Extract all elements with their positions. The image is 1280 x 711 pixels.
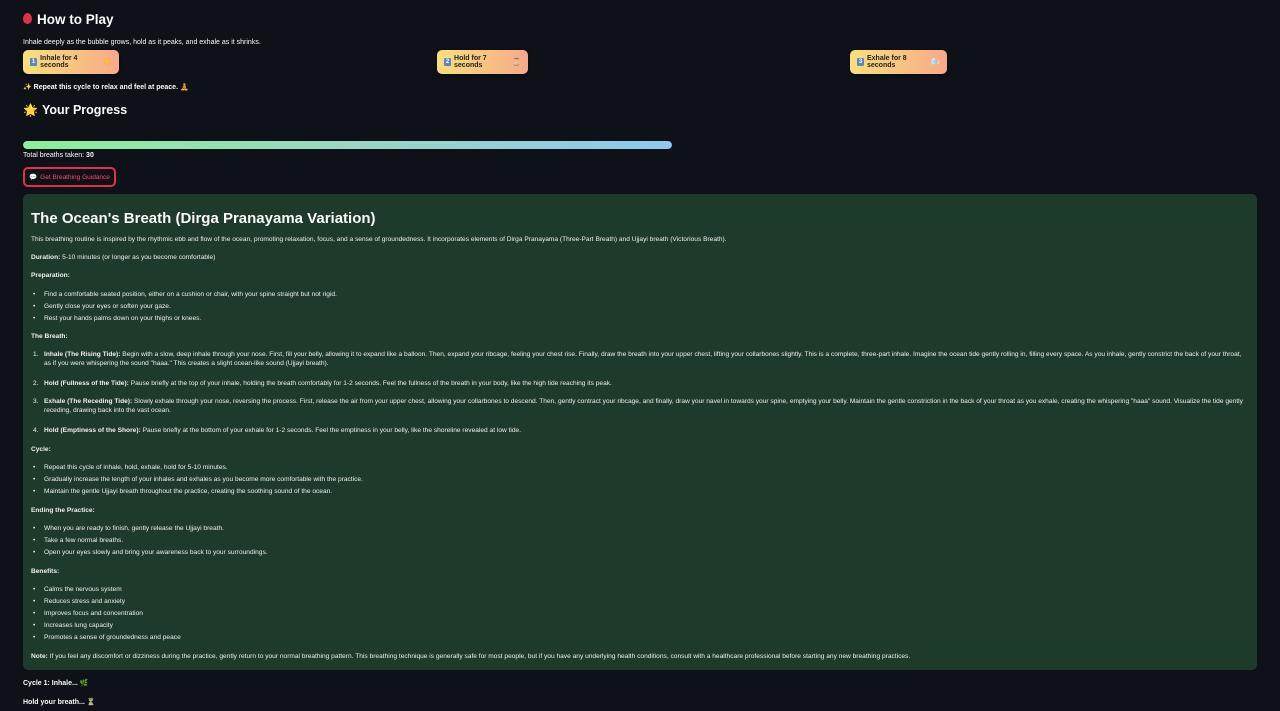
step-text: Pause briefly at the top of your inhale,… [130,380,612,387]
step-title: Exhale (The Receding Tide): [44,398,133,405]
get-breathing-guidance-label: Get Breathing Guidance [40,173,110,181]
step-hold-label: Hold for 7 seconds [454,55,487,69]
hourglass-icon: ⏳ [86,699,96,706]
guidance-intro: This breathing routine is inspired by th… [31,236,727,243]
number-one-icon: 1 [30,58,38,66]
duration-line: Duration: 5-10 minutes (or longer as you… [31,254,1247,263]
list-item: Find a comfortable seated position, eith… [33,291,1247,300]
sun-icon: ☀️ [103,59,112,66]
hold-status-text: Hold your breath... [23,699,85,706]
sparkles-icon: ✨ [23,84,32,91]
total-breaths: Total breaths taken: 30 [23,152,94,159]
progress-bar [23,141,672,149]
step-number: 4. [33,427,39,434]
step-exhale-label: Exhale for 8 seconds [867,55,907,69]
hourglass-icon: ⏳ [512,59,521,66]
leaf-icon: 🌿 [79,680,89,687]
repeat-note: ✨ Repeat this cycle to relax and feel at… [23,83,189,91]
cycle-heading: Cycle: [31,446,51,453]
step-exhale-badge: 3 Exhale for 8 seconds 🌬️ [850,50,947,74]
repeat-text: Repeat this cycle to relax and feel at p… [33,84,179,91]
note-label: Note: [31,653,48,660]
breath-heading: The Breath: [31,333,68,340]
step-number: 2. [33,380,39,387]
how-to-play-title: How to Play [37,12,114,27]
step-text: Slowly exhale through your nose, reversi… [44,398,1243,414]
benefits-heading: Benefits: [31,568,60,575]
how-to-play-heading: How to Play [23,12,114,27]
progress-bar-fill [23,141,672,149]
meditation-icon: 🧘 [179,84,189,91]
step-number: 3. [33,398,39,405]
step-title: Inhale (The Rising Tide): [44,351,121,358]
guidance-title: The Ocean's Breath (Dirga Pranayama Vari… [31,210,376,227]
list-item: Gently close your eyes or soften your ga… [33,303,1247,312]
list-item: Promotes a sense of groundedness and pea… [33,634,1247,643]
step-text: Pause briefly at the bottom of your exha… [142,427,522,434]
progress-title: Your Progress [41,103,128,117]
ending-heading: Ending the Practice: [31,507,95,514]
breath-step: 1. Inhale (The Rising Tide): Begin with a… [33,351,1247,368]
list-item: Rest your hands palms down on your thigh… [33,315,1247,324]
hold-status: Hold your breath... ⏳ [23,698,96,706]
cycle-status-text: Cycle 1: Inhale... [23,680,78,687]
breath-step: 3. Exhale (The Receding Tide): Slowly exh… [33,398,1247,415]
step-text: Begin with a slow, deep inhale through y… [44,351,1242,367]
get-breathing-guidance-button[interactable]: 💬 Get Breathing Guidance [23,167,116,187]
total-breaths-value: 30 [86,152,94,159]
balloon-icon [23,13,32,24]
list-item: Increases lung capacity [33,622,1247,631]
duration-label: Duration: [31,254,61,261]
number-two-icon: 2 [444,58,452,66]
total-breaths-label: Total breaths taken: [23,152,85,159]
progress-heading: 🌟 Your Progress [23,103,127,117]
list-item: Reduces stress and anxiety [33,598,1247,607]
step-number: 1. [33,351,39,358]
list-item: Improves focus and concentration [33,610,1247,619]
breath-step: 2. Hold (Fullness of the Tide): Pause bri… [33,380,1247,389]
breath-step: 4. Hold (Emptiness of the Shore): Pause b… [33,427,1247,436]
list-item: Take a few normal breaths. [33,537,1247,546]
list-item: Open your eyes slowly and bring your awa… [33,549,1247,558]
preparation-heading: Preparation: [31,272,70,279]
step-hold-badge: 2 Hold for 7 seconds ⏳ [437,50,528,74]
step-title: Hold (Fullness of the Tide): [44,380,129,387]
note-text: If you feel any discomfort or dizziness … [49,653,911,660]
step-inhale-badge: 1 Inhale for 4 seconds ☀️ [23,50,119,74]
star-icon: 🌟 [23,103,38,117]
number-three-icon: 3 [857,58,864,66]
list-item: Maintain the gentle Ujjayi breath throug… [33,488,1247,497]
duration-value: 5-10 minutes (or longer as you become co… [62,254,216,261]
step-inhale-label: Inhale for 4 seconds [40,55,78,69]
list-item: Gradually increase the length of your in… [33,476,1247,485]
speech-bubble-icon: 💬 [29,174,38,181]
wind-icon: 🌬️ [931,59,940,66]
list-item: Repeat this cycle of inhale, hold, exhal… [33,464,1247,473]
step-title: Hold (Emptiness of the Shore): [44,427,141,434]
cycle-status: Cycle 1: Inhale... 🌿 [23,679,89,687]
list-item: When you are ready to finish, gently rel… [33,525,1247,534]
how-to-play-intro: Inhale deeply as the bubble grows, hold … [23,39,261,46]
list-item: Calms the nervous system [33,586,1247,595]
note-line: Note: If you feel any discomfort or dizz… [31,653,1247,662]
guidance-card: The Ocean's Breath (Dirga Pranayama Vari… [23,194,1257,670]
